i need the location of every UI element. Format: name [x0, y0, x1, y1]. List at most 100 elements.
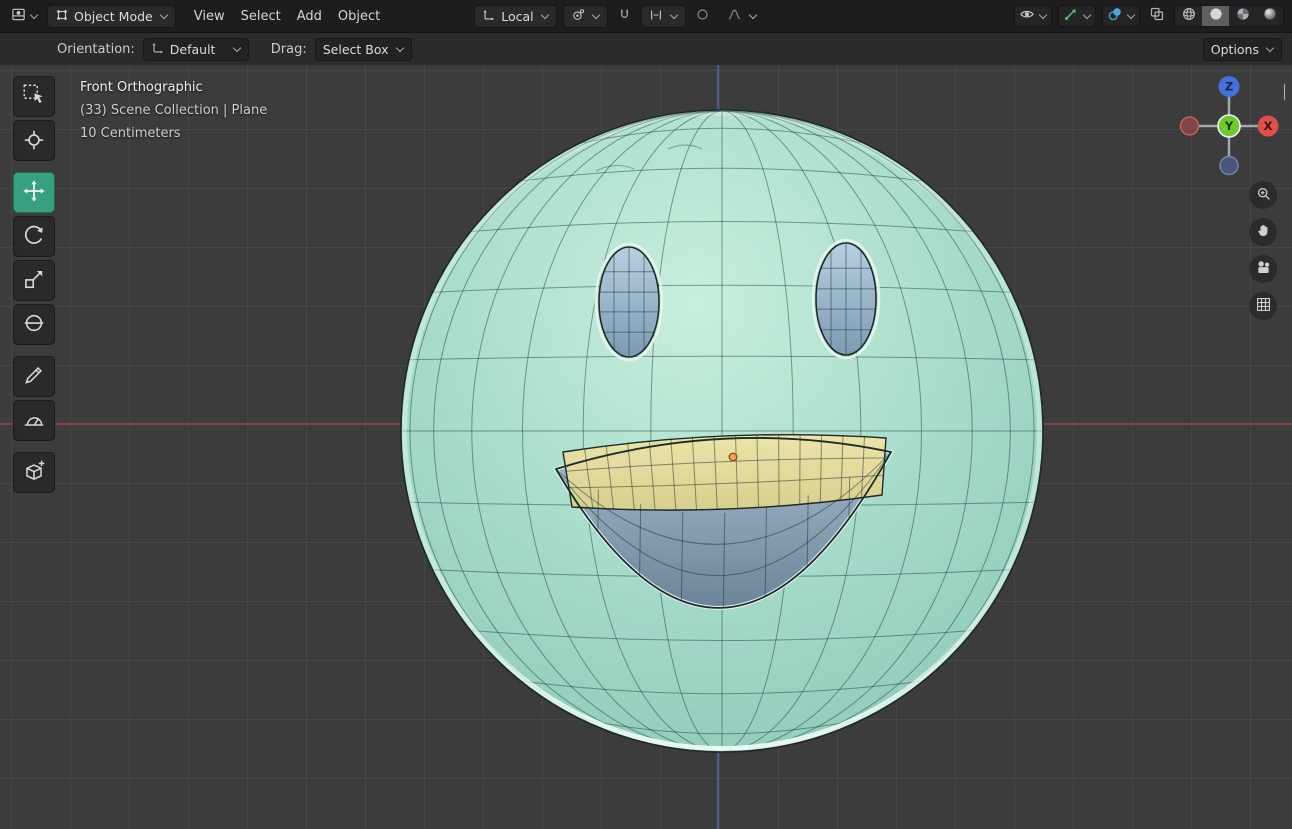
smiley-mesh-object[interactable] — [400, 103, 1044, 758]
snap-target-icon — [649, 8, 663, 25]
tool-tweak-select[interactable] — [13, 76, 55, 117]
tool-transform-icon — [21, 310, 47, 340]
viewport-header-toggles — [1014, 4, 1284, 28]
shading-mode-group — [1174, 5, 1284, 27]
orientation-icon — [151, 41, 165, 58]
sidebar-toggle[interactable] — [1281, 84, 1286, 100]
tool-rotate[interactable] — [13, 216, 55, 257]
tool-add-cube[interactable] — [13, 452, 55, 493]
shading-rendered-icon — [1262, 6, 1278, 26]
ortho-grid-icon — [1254, 295, 1273, 318]
sidebar-toggle-icon — [1284, 84, 1285, 100]
shading-rendered-button[interactable] — [1256, 6, 1283, 26]
snap-toggle[interactable] — [614, 4, 635, 28]
chevron-down-icon — [1038, 10, 1048, 19]
chevron-down-icon — [748, 10, 757, 19]
xray-icon — [1149, 6, 1165, 26]
shading-solid-button[interactable] — [1202, 6, 1229, 26]
menu-select[interactable]: Select — [233, 5, 289, 28]
tool-move[interactable] — [13, 172, 55, 213]
snap-target-dropdown[interactable] — [640, 4, 686, 28]
shading-solid-icon — [1208, 6, 1224, 26]
chevron-down-icon — [232, 43, 242, 52]
chevron-down-icon — [1082, 10, 1092, 19]
show-gizmos-toggle[interactable] — [1058, 5, 1096, 27]
tool-cursor-icon — [21, 126, 47, 156]
mode-dropdown[interactable]: Object Mode — [47, 4, 176, 28]
view-control-buttons — [1249, 181, 1277, 320]
tool-measure[interactable] — [13, 400, 55, 441]
tool-move-icon — [21, 178, 47, 208]
menu-object[interactable]: Object — [330, 5, 388, 28]
tool-rotate-icon — [21, 222, 47, 252]
object-mode-icon — [55, 8, 69, 25]
orientation-dropdown[interactable]: Local — [474, 4, 557, 28]
chevron-down-icon — [29, 10, 39, 19]
xray-toggle[interactable] — [1146, 4, 1168, 28]
menu-add[interactable]: Add — [289, 5, 330, 28]
drag-mode-dropdown[interactable]: Select Box — [314, 37, 412, 61]
navigation-axis-gizmo[interactable]: Z X Y — [1179, 76, 1279, 176]
tool-scale-icon — [21, 266, 47, 296]
magnet-icon — [617, 7, 632, 26]
editor-type-icon — [11, 7, 26, 26]
visibility-icon — [1019, 6, 1035, 26]
camera-view-button[interactable] — [1249, 255, 1277, 283]
editor-type-button[interactable] — [8, 4, 41, 28]
chevron-down-icon — [540, 10, 549, 19]
tool-column — [13, 76, 55, 493]
shading-material-icon — [1235, 6, 1251, 26]
proportional-icon — [695, 7, 710, 26]
orientation-icon — [482, 8, 496, 25]
tool-settings-bar: Orientation: Default Drag: Select Box Op… — [0, 32, 1292, 65]
tool-annotate-icon — [21, 362, 47, 392]
axis-y-label: Y — [1224, 119, 1234, 133]
tool-transform[interactable] — [13, 304, 55, 345]
shading-wireframe-button[interactable] — [1175, 6, 1202, 26]
zoom-button[interactable] — [1249, 181, 1277, 209]
pivot-point-icon — [571, 8, 585, 25]
pan-button[interactable] — [1249, 218, 1277, 246]
tool-select-icon — [21, 82, 47, 112]
orientation-label: Orientation: — [57, 41, 135, 57]
orientation-value: Default — [169, 41, 216, 57]
chevron-down-icon — [1265, 43, 1275, 52]
shading-material-button[interactable] — [1229, 6, 1256, 26]
transform-controls-cluster: Local — [474, 4, 764, 28]
overlays-icon — [1107, 6, 1123, 26]
options-dropdown[interactable]: Options — [1202, 37, 1282, 61]
tool-cursor[interactable] — [13, 120, 55, 161]
axis-x-label: X — [1264, 119, 1273, 133]
tool-scale[interactable] — [13, 260, 55, 301]
zoom-icon — [1254, 184, 1273, 207]
pivot-point-dropdown[interactable] — [562, 4, 608, 28]
proportional-falloff-dropdown[interactable] — [719, 5, 765, 28]
axis-neg-x-ball[interactable] — [1179, 116, 1200, 136]
pan-icon — [1254, 221, 1273, 244]
3d-viewport[interactable]: Front Orthographic (33) Scene Collection… — [0, 65, 1292, 829]
teeth-band — [562, 433, 887, 511]
chevron-down-icon — [159, 10, 168, 19]
orientation-dropdown-label: Local — [501, 8, 534, 24]
chevron-down-icon — [395, 43, 404, 52]
tool-annotate[interactable] — [13, 356, 55, 397]
falloff-icon — [727, 7, 742, 25]
axis-z-label: Z — [1225, 80, 1233, 94]
shading-wireframe-icon — [1181, 6, 1197, 26]
viewport-scene — [400, 103, 1044, 758]
ortho-grid-toggle-button[interactable] — [1249, 292, 1277, 320]
menu-view[interactable]: View — [186, 5, 233, 28]
object-origin-dot — [728, 452, 738, 462]
orientation-default-dropdown[interactable]: Default — [142, 37, 249, 61]
camera-icon — [1254, 258, 1273, 281]
object-visibility-dropdown[interactable] — [1014, 5, 1052, 27]
drag-mode-value: Select Box — [322, 41, 389, 57]
chevron-down-icon — [669, 10, 678, 19]
axis-neg-z-ball[interactable] — [1219, 155, 1239, 176]
proportional-editing-toggle[interactable] — [692, 4, 713, 28]
show-overlays-toggle[interactable] — [1102, 5, 1140, 27]
tool-measure-icon — [21, 406, 47, 436]
tool-add-cube-icon — [21, 458, 47, 488]
chevron-down-icon — [1126, 10, 1136, 19]
chevron-down-icon — [591, 10, 600, 19]
